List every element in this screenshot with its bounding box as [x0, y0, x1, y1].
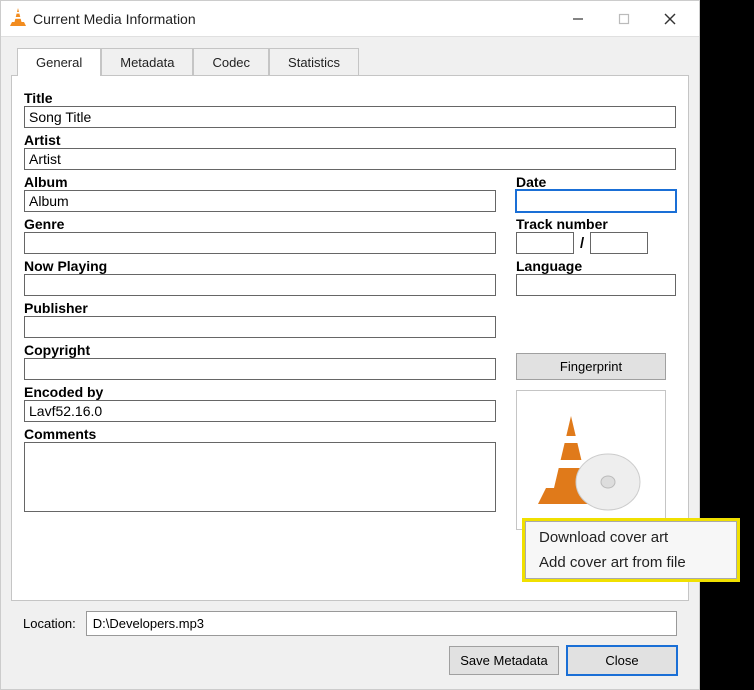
- track-number-input[interactable]: [516, 232, 574, 254]
- copyright-label: Copyright: [24, 342, 496, 358]
- nowplaying-label: Now Playing: [24, 258, 496, 274]
- language-label: Language: [516, 258, 676, 274]
- location-input[interactable]: [86, 611, 677, 636]
- track-separator: /: [580, 235, 584, 252]
- artist-input[interactable]: [24, 148, 676, 170]
- close-button[interactable]: [647, 4, 693, 34]
- cover-art-context-menu: Download cover art Add cover art from fi…: [522, 518, 740, 582]
- tab-metadata[interactable]: Metadata: [101, 48, 193, 76]
- date-input[interactable]: [516, 190, 676, 212]
- language-input[interactable]: [516, 274, 676, 296]
- menu-add-cover-art-from-file[interactable]: Add cover art from file: [525, 550, 737, 575]
- vlc-cone-icon: [536, 404, 646, 517]
- encodedby-input[interactable]: [24, 400, 496, 422]
- title-input[interactable]: [24, 106, 676, 128]
- genre-input[interactable]: [24, 232, 496, 254]
- title-label: Title: [24, 90, 676, 106]
- artist-label: Artist: [24, 132, 676, 148]
- menu-download-cover-art[interactable]: Download cover art: [525, 525, 737, 550]
- close-dialog-button[interactable]: Close: [567, 646, 677, 675]
- cover-art-box[interactable]: [516, 390, 666, 530]
- comments-label: Comments: [24, 426, 496, 442]
- album-input[interactable]: [24, 190, 496, 212]
- tabbar: General Metadata Codec Statistics: [17, 47, 689, 75]
- publisher-label: Publisher: [24, 300, 496, 316]
- tab-codec[interactable]: Codec: [193, 48, 269, 76]
- tab-statistics[interactable]: Statistics: [269, 48, 359, 76]
- album-label: Album: [24, 174, 496, 190]
- location-label: Location:: [23, 616, 76, 631]
- save-metadata-button[interactable]: Save Metadata: [449, 646, 559, 675]
- vlc-cone-icon: [9, 7, 27, 30]
- copyright-input[interactable]: [24, 358, 496, 380]
- encodedby-label: Encoded by: [24, 384, 496, 400]
- minimize-button[interactable]: [555, 4, 601, 34]
- track-label: Track number: [516, 216, 676, 232]
- titlebar: Current Media Information: [1, 1, 699, 37]
- nowplaying-input[interactable]: [24, 274, 496, 296]
- tab-general[interactable]: General: [17, 48, 101, 76]
- content-area: General Metadata Codec Statistics Title …: [1, 37, 699, 689]
- genre-label: Genre: [24, 216, 496, 232]
- tab-panel-general: Title Artist Album Date Genre: [11, 75, 689, 601]
- fingerprint-button[interactable]: Fingerprint: [516, 353, 666, 380]
- comments-input[interactable]: [24, 442, 496, 512]
- media-info-window: Current Media Information General Metada…: [0, 0, 700, 690]
- maximize-button[interactable]: [601, 4, 647, 34]
- date-label: Date: [516, 174, 676, 190]
- track-total-input[interactable]: [590, 232, 648, 254]
- window-title: Current Media Information: [33, 11, 196, 27]
- bottom-bar: Location: Save Metadata Close: [11, 601, 689, 689]
- publisher-input[interactable]: [24, 316, 496, 338]
